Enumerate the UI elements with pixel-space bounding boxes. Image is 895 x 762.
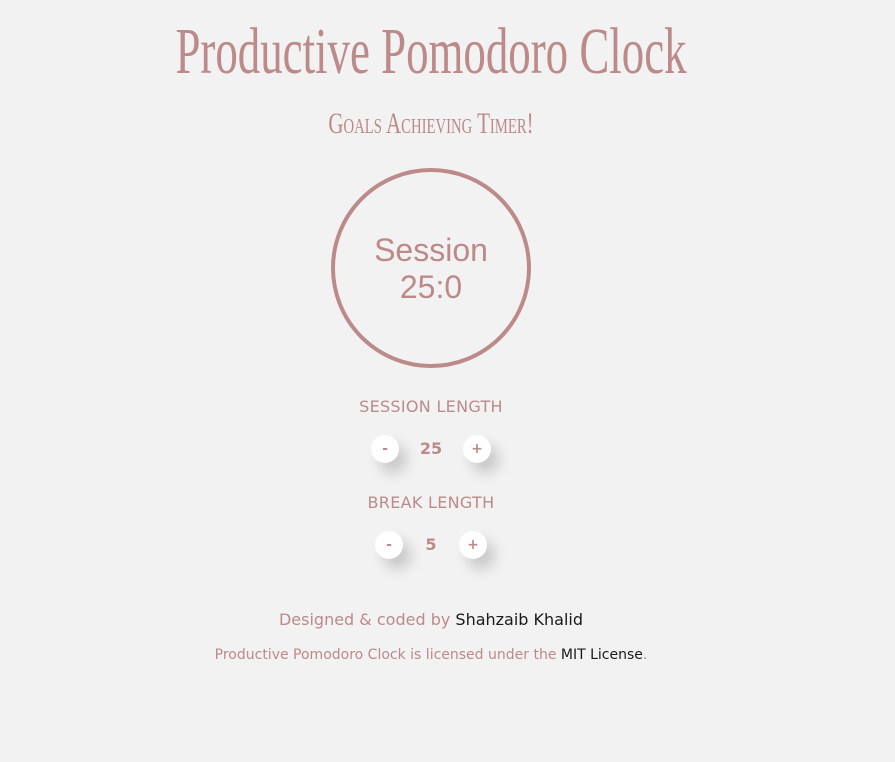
- timer-mode-label: Session: [374, 232, 488, 268]
- license-prefix: Productive Pomodoro Clock is licensed un…: [214, 647, 561, 663]
- session-length-label: SESSION LENGTH: [359, 397, 503, 416]
- license-line: Productive Pomodoro Clock is licensed un…: [0, 645, 862, 665]
- author-link[interactable]: Shahzaib Khalid: [455, 610, 583, 629]
- page-title: Productive Pomodoro Clock: [175, 15, 687, 88]
- mit-license-link[interactable]: MIT License: [561, 647, 643, 663]
- license-suffix: .: [642, 647, 648, 663]
- break-length-label: BREAK LENGTH: [367, 493, 495, 512]
- session-length-value: 25: [419, 439, 443, 458]
- break-length-value: 5: [425, 535, 437, 554]
- break-decrement-button[interactable]: -: [375, 531, 403, 559]
- timer-clock[interactable]: Session 25:0: [331, 168, 531, 368]
- page-subtitle: Goals Achieving Timer!: [328, 107, 534, 140]
- credit-line: Designed & coded by Shahzaib Khalid: [0, 609, 862, 631]
- session-decrement-button[interactable]: -: [371, 435, 399, 463]
- timer-time-display: 25:0: [399, 269, 463, 305]
- break-increment-button[interactable]: +: [459, 531, 487, 559]
- session-increment-button[interactable]: +: [463, 435, 491, 463]
- credit-prefix: Designed & coded by: [278, 610, 456, 629]
